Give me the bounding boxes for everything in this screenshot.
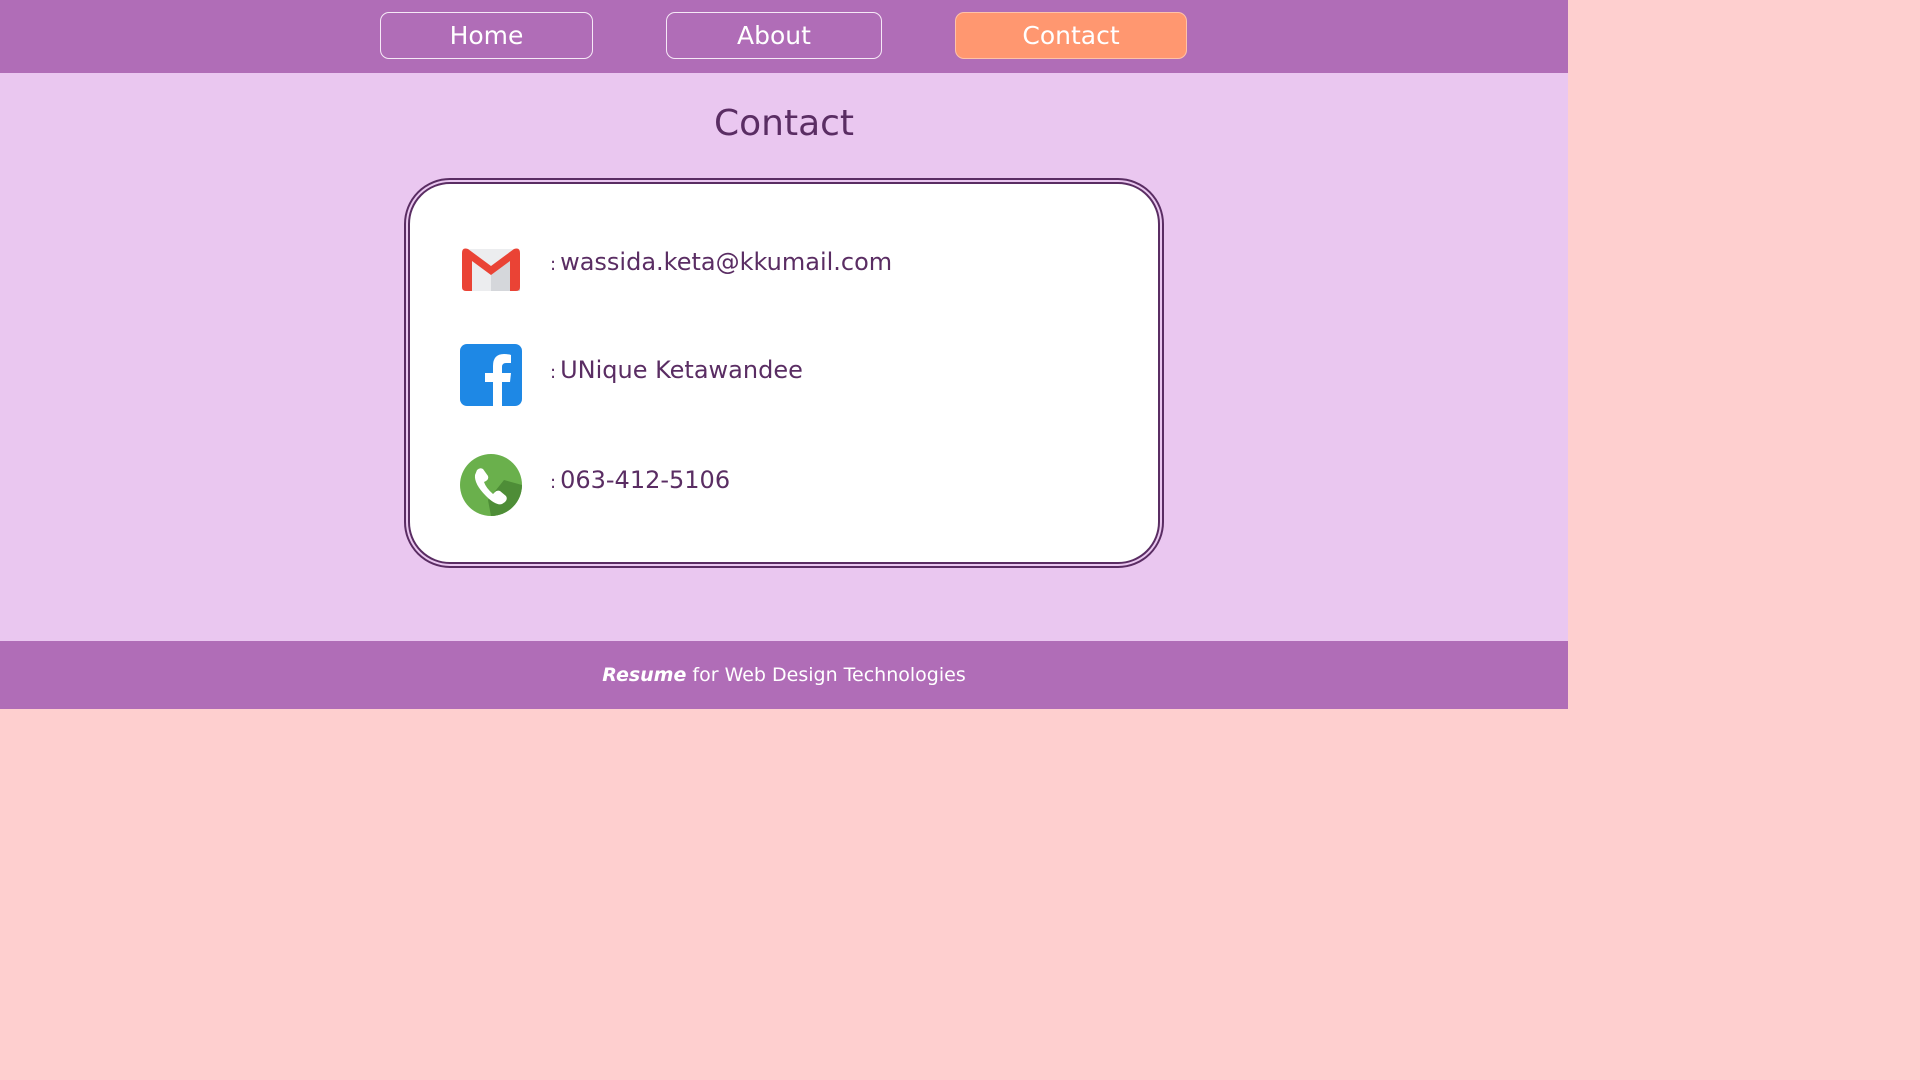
contact-card-inner: : wassida.keta@kkumail.com : UNique Ketawa… (408, 182, 1160, 564)
footer-brand: Resume (602, 664, 687, 686)
page-title: Contact (713, 103, 855, 144)
facebook-text: : UNique Ketawandee (550, 356, 803, 384)
gmail-icon (462, 248, 520, 291)
phone-text: :063-412-5106 (550, 466, 730, 494)
phone-value[interactable]: 063-412-5106 (560, 466, 730, 494)
facebook-value[interactable]: UNique Ketawandee (560, 356, 803, 384)
email-value[interactable]: wassida.keta@kkumail.com (560, 248, 892, 276)
phone-separator: : (550, 472, 557, 493)
facebook-separator: : (550, 362, 557, 383)
email-text: : wassida.keta@kkumail.com (550, 248, 892, 276)
phone-icon (460, 454, 522, 516)
footer: Resume for Web Design Technologies (0, 641, 1568, 709)
nav-contact-button[interactable]: Contact (955, 12, 1187, 59)
nav-about-button[interactable]: About (666, 12, 882, 59)
nav-home-button[interactable]: Home (380, 12, 593, 59)
facebook-icon (460, 344, 522, 406)
contact-card: : wassida.keta@kkumail.com : UNique Ketawa… (404, 178, 1164, 568)
email-separator: : (550, 254, 557, 275)
top-navbar: Home About Contact (0, 0, 1568, 73)
footer-text: for Web Design Technologies (686, 664, 966, 686)
main-content: Contact : wassida.keta@kkumail.com : UNiqu… (0, 73, 1568, 641)
